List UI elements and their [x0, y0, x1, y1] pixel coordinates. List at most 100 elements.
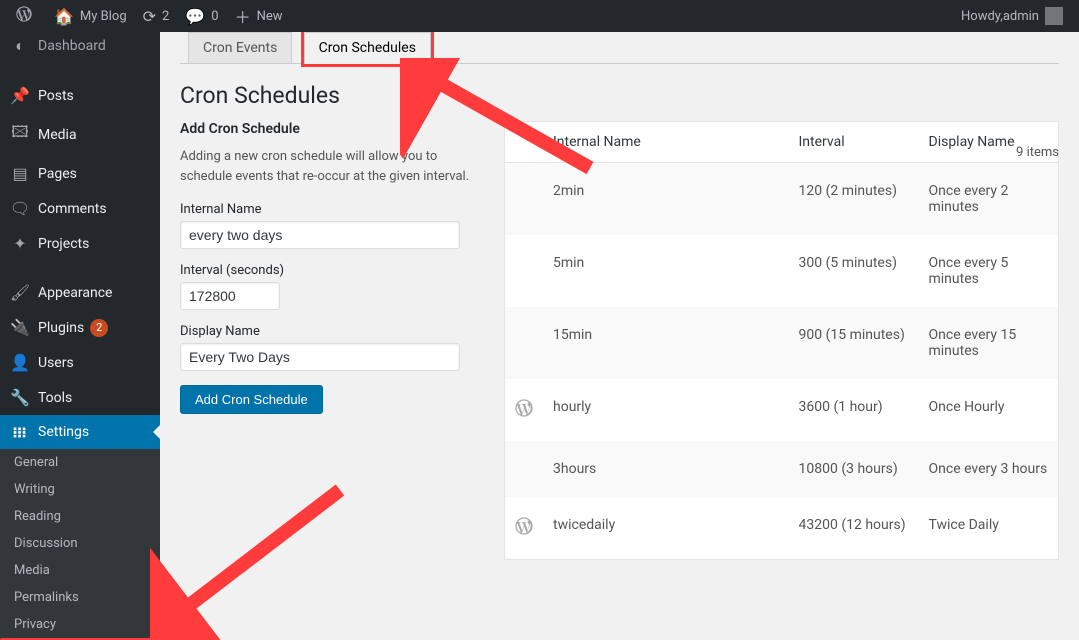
- new-label: New: [257, 9, 283, 24]
- row-interval: 900 (15 minutes): [789, 307, 919, 379]
- table-row: 15min900 (15 minutes)Once every 15 minut…: [505, 307, 1059, 379]
- appearance-icon: 🖌: [10, 283, 30, 302]
- sidebar-item-posts[interactable]: 📌 Posts: [0, 78, 160, 113]
- row-source-icon: [505, 235, 544, 307]
- sidebar-item-settings[interactable]: Settings: [0, 415, 160, 449]
- row-source-icon: [505, 497, 544, 560]
- add-cron-schedule-button[interactable]: Add Cron Schedule: [180, 385, 323, 414]
- form-description: Adding a new cron schedule will allow yo…: [180, 147, 480, 186]
- comments-link[interactable]: 💬0: [177, 0, 226, 32]
- row-internal-name: 3hours: [543, 441, 789, 497]
- plugin-update-badge: 2: [90, 319, 108, 337]
- row-interval: 3600 (1 hour): [789, 379, 919, 441]
- plugin-icon: 🔌: [10, 318, 30, 337]
- updates-count: 2: [162, 9, 169, 24]
- new-content-link[interactable]: ＋ New: [227, 0, 291, 32]
- tab-cron-schedules[interactable]: Cron Schedules: [304, 32, 431, 64]
- row-interval: 43200 (12 hours): [789, 497, 919, 560]
- table-row: 5min300 (5 minutes)Once every 5 minutes: [505, 235, 1059, 307]
- settings-submenu: General Writing Reading Discussion Media…: [0, 449, 160, 640]
- row-display-name: Twice Daily: [919, 497, 1059, 560]
- wordpress-icon: [16, 6, 32, 26]
- admin-sidebar: ◐ Dashboard 📌 Posts 🖾 Media ▤ Pages 🗨Comment…: [0, 32, 160, 640]
- sidebar-item-projects[interactable]: ✦ Projects: [0, 226, 160, 261]
- row-display-name: Once Hourly: [919, 379, 1059, 441]
- sidebar-item-label: Plugins: [38, 320, 84, 336]
- media-icon: 🖾: [10, 121, 30, 148]
- sidebar-item-label: Dashboard: [38, 38, 106, 54]
- sidebar-item-plugins[interactable]: 🔌 Plugins 2: [0, 310, 160, 345]
- display-name-input[interactable]: [180, 343, 460, 371]
- howdy-prefix: Howdy,: [961, 9, 1003, 24]
- sidebar-item-users[interactable]: 👤 Users: [0, 345, 160, 380]
- row-internal-name: hourly: [543, 379, 789, 441]
- my-account-link[interactable]: Howdy, admin: [953, 0, 1071, 32]
- page-title: Cron Schedules: [180, 82, 1059, 109]
- sidebar-item-pages[interactable]: ▤ Pages: [0, 156, 160, 191]
- projects-icon: ✦: [10, 234, 30, 253]
- site-name: My Blog: [80, 9, 127, 24]
- sidebar-item-dashboard[interactable]: ◐ Dashboard: [0, 32, 160, 64]
- table-row: twicedaily43200 (12 hours)Twice Daily: [505, 497, 1059, 560]
- row-interval: 10800 (3 hours): [789, 441, 919, 497]
- sidebar-item-label: Tools: [38, 390, 72, 406]
- users-icon: 👤: [10, 353, 30, 372]
- table-row: hourly3600 (1 hour)Once Hourly: [505, 379, 1059, 441]
- site-name-link[interactable]: 🏠My Blog: [46, 0, 135, 32]
- dashboard-icon: ◐: [10, 36, 30, 56]
- sidebar-item-label: Pages: [38, 166, 77, 182]
- sidebar-item-tools[interactable]: 🔧 Tools: [0, 380, 160, 415]
- update-icon: ⟳: [143, 7, 156, 26]
- sidebar-item-label: Media: [38, 127, 77, 143]
- sidebar-item-label: Settings: [38, 424, 89, 440]
- row-display-name: Once every 2 minutes: [919, 163, 1059, 236]
- row-display-name: Once every 5 minutes: [919, 235, 1059, 307]
- table-header-interval: Interval: [789, 122, 919, 163]
- tools-icon: 🔧: [10, 388, 30, 407]
- add-schedule-form: Add Cron Schedule 9 items Adding a new c…: [180, 121, 480, 560]
- table-row: 2min120 (2 minutes)Once every 2 minutes: [505, 163, 1059, 236]
- settings-sub-discussion[interactable]: Discussion: [0, 530, 160, 557]
- comment-icon: 🗨: [10, 199, 30, 218]
- page-icon: ▤: [10, 164, 30, 183]
- row-source-icon: [505, 441, 544, 497]
- updates-link[interactable]: ⟳2: [135, 0, 178, 32]
- row-source-icon: [505, 379, 544, 441]
- interval-label: Interval (seconds): [180, 263, 480, 278]
- sidebar-item-label: Appearance: [38, 285, 112, 301]
- row-display-name: Once every 3 hours: [919, 441, 1059, 497]
- internal-name-input[interactable]: [180, 221, 460, 249]
- row-internal-name: 2min: [543, 163, 789, 236]
- row-internal-name: 15min: [543, 307, 789, 379]
- row-source-icon: [505, 163, 544, 236]
- username: admin: [1003, 9, 1039, 24]
- interval-input[interactable]: [180, 282, 280, 310]
- display-name-label: Display Name: [180, 324, 480, 339]
- nav-tab-wrapper: Cron Events Cron Schedules: [180, 32, 1059, 64]
- pin-icon: 📌: [10, 86, 30, 105]
- row-interval: 120 (2 minutes): [789, 163, 919, 236]
- sidebar-item-label: Posts: [38, 88, 74, 104]
- settings-sub-writing[interactable]: Writing: [0, 476, 160, 503]
- main-content: Cron Events Cron Schedules Cron Schedule…: [160, 32, 1079, 640]
- wp-logo-link[interactable]: [8, 0, 46, 32]
- row-interval: 300 (5 minutes): [789, 235, 919, 307]
- sidebar-item-media[interactable]: 🖾 Media: [0, 113, 160, 156]
- table-header-name: Internal Name: [543, 122, 789, 163]
- sidebar-item-label: Users: [38, 355, 74, 371]
- schedules-table: Internal Name Interval Display Name 2min…: [504, 121, 1059, 560]
- items-count: 9 items: [1016, 145, 1059, 160]
- tab-cron-events[interactable]: Cron Events: [188, 32, 292, 63]
- sidebar-item-comments[interactable]: 🗨Comments: [0, 191, 160, 226]
- plus-icon: ＋: [235, 4, 251, 28]
- admin-bar: 🏠My Blog ⟳2 💬0 ＋New Howdy, admin: [0, 0, 1079, 32]
- table-row: 3hours10800 (3 hours)Once every 3 hours: [505, 441, 1059, 497]
- sidebar-item-label: Projects: [38, 236, 89, 252]
- settings-sub-permalinks[interactable]: Permalinks: [0, 584, 160, 611]
- sidebar-item-appearance[interactable]: 🖌 Appearance: [0, 275, 160, 310]
- settings-sub-privacy[interactable]: Privacy: [0, 611, 160, 638]
- settings-sub-reading[interactable]: Reading: [0, 503, 160, 530]
- settings-sub-media[interactable]: Media: [0, 557, 160, 584]
- settings-sub-general[interactable]: General: [0, 449, 160, 476]
- row-internal-name: twicedaily: [543, 497, 789, 560]
